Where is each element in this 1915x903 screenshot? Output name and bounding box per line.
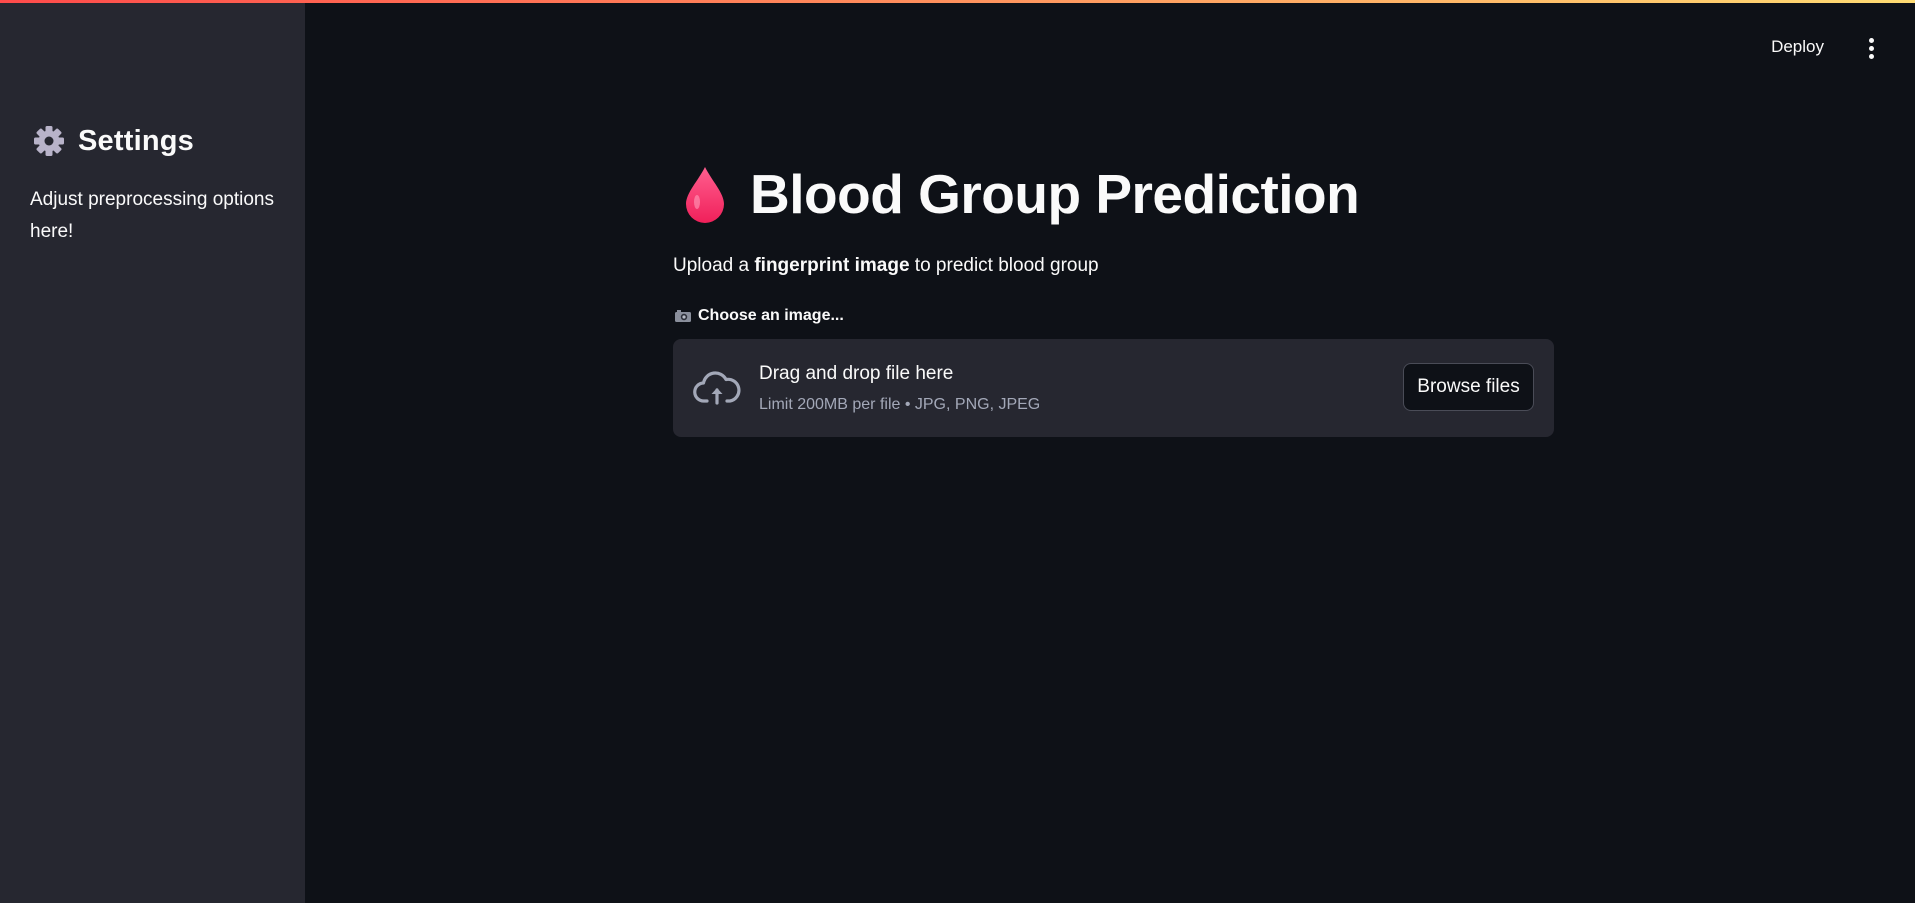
camera-icon: [674, 309, 692, 323]
cloud-upload-icon: [693, 369, 741, 407]
dropzone-title: Drag and drop file here: [759, 363, 954, 384]
app-header: Deploy: [305, 3, 1915, 91]
sidebar: Settings Adjust preprocessing options he…: [0, 0, 305, 903]
dropzone-limit-text: Limit 200MB per file • JPG, PNG, JPEG: [759, 396, 1041, 413]
top-decoration-stripe: [0, 0, 1915, 3]
sidebar-header: Settings: [32, 124, 194, 158]
uploader-label: Choose an image...: [674, 307, 844, 325]
uploader-label-text: Choose an image...: [698, 307, 844, 324]
browse-files-button[interactable]: Browse files: [1403, 363, 1534, 411]
page-title-row: Blood Group Prediction: [680, 162, 1360, 226]
vertical-ellipsis-icon: [1868, 38, 1874, 43]
subtitle-suffix: to predict blood group: [909, 255, 1099, 276]
subtitle-prefix: Upload a: [673, 255, 755, 276]
page-subtitle: Upload a fingerprint image to predict bl…: [673, 255, 1099, 277]
gear-icon: [32, 124, 66, 158]
page-title: Blood Group Prediction: [750, 163, 1360, 225]
blood-drop-icon: [680, 164, 730, 224]
sidebar-description: Adjust preprocessing options here!: [30, 189, 274, 242]
main-menu-button[interactable]: [1861, 36, 1881, 62]
file-dropzone[interactable]: Drag and drop file here Limit 200MB per …: [673, 339, 1554, 437]
subtitle-emphasis: fingerprint image: [754, 255, 910, 276]
deploy-button[interactable]: Deploy: [1763, 33, 1832, 61]
sidebar-title: Settings: [78, 124, 194, 157]
